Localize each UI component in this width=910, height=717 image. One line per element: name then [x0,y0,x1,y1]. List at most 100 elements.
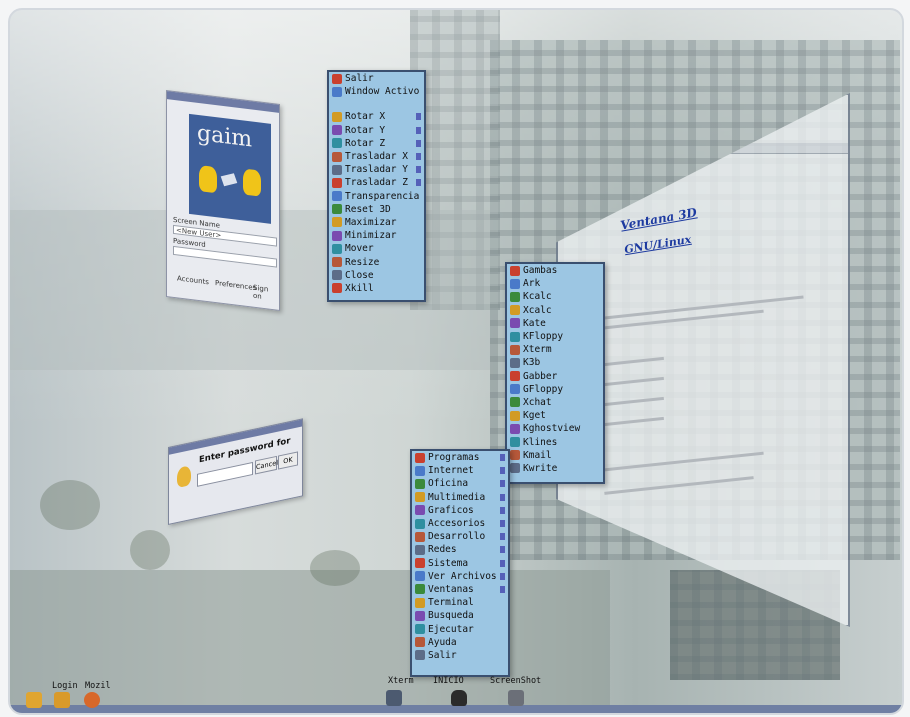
menu-item-label: Internet [428,465,474,477]
menu-item-label: Ayuda [428,636,457,648]
background-tree [310,550,360,586]
menu-item-label: Kate [523,317,546,329]
menu-item-rotar-x[interactable]: Rotar X [329,110,424,123]
menu-item-kfloppy[interactable]: KFloppy [507,330,603,343]
menu-item-trasladar-x[interactable]: Trasladar X [329,150,424,163]
cancel-button[interactable]: Cancel [255,455,278,475]
office-icon [415,478,425,489]
menu-item-internet[interactable]: Internet [412,464,508,477]
gaim-login-window[interactable]: gaim Screen Name <New User> Password Acc… [166,90,280,311]
menu-item-salir[interactable]: Salir [329,72,424,85]
mail-icon [510,450,520,461]
menu-item-label: Klines [523,436,558,448]
menu-item-kmail[interactable]: Kmail [507,449,603,462]
screenshot-icon[interactable] [508,690,524,706]
menu-item-sistema[interactable]: Sistema [412,557,508,570]
key-icon [177,465,191,489]
menu-item-kcalc[interactable]: Kcalc [507,290,603,303]
menu-item-label: Ver Archivos [428,570,497,582]
graphics-icon [415,505,425,516]
login-icon[interactable] [26,692,42,708]
menu-item-trasladar-y[interactable]: Trasladar Y [329,163,424,176]
launcher-xterm-label: Xterm [388,676,414,686]
menu-item-xkill[interactable]: Xkill [329,282,424,295]
menu-item-terminal[interactable]: Terminal [412,596,508,609]
menu-item-kghostview[interactable]: Kghostview [507,422,603,435]
menu-item-salir[interactable]: Salir [412,649,508,662]
menu-item-label: Trasladar Y [345,164,408,176]
floppy-icon [510,331,520,342]
sign-on-button[interactable]: Sign on [253,284,279,303]
internet-icon [415,465,425,476]
menu-item-k3b[interactable]: K3b [507,356,603,369]
menu-item-minimizar[interactable]: Minimizar [329,229,424,242]
menu-item-graficos[interactable]: Graficos [412,504,508,517]
menu-item-resize[interactable]: Resize [329,255,424,268]
menu-item-label: Kget [523,410,546,422]
menu-item-label: Resize [345,256,380,268]
menu-item-maximizar[interactable]: Maximizar [329,216,424,229]
close-icon [332,270,342,281]
rotate-icon [332,125,342,136]
help-icon [415,637,425,648]
menu-item-ver-archivos[interactable]: Ver Archivos [412,570,508,583]
menu-item-label: Xkill [345,282,374,294]
menu-item-ejecutar[interactable]: Ejecutar [412,622,508,635]
start-icon[interactable] [451,690,467,706]
chat-icon [510,371,520,382]
menu-item-mover[interactable]: Mover [329,242,424,255]
menu-item-kwrite[interactable]: Kwrite [507,462,603,475]
menu-item-label: Close [345,269,374,281]
accounts-button[interactable]: Accounts [177,274,209,286]
menu-item-trasladar-z[interactable]: Trasladar Z [329,176,424,189]
password-field[interactable] [173,245,277,268]
menu-item-xcalc[interactable]: Xcalc [507,304,603,317]
menu-item-rotar-y[interactable]: Rotar Y [329,124,424,137]
menu-item-xchat[interactable]: Xchat [507,396,603,409]
menu-item-window-activo[interactable]: Window Activo [329,85,424,98]
menu-item-label: Trasladar X [345,151,408,163]
terminal-icon[interactable] [386,690,402,706]
exit-icon [415,650,425,661]
menu-item-label: Window Activo [345,86,420,98]
menu-item-reset-3d[interactable]: Reset 3D [329,203,424,216]
gaim-logo: gaim [189,113,271,224]
menu-item-ark[interactable]: Ark [507,277,603,290]
menu-item-multimedia[interactable]: Multimedia [412,491,508,504]
login-icon[interactable] [54,692,70,708]
menu-item-xterm[interactable]: Xterm [507,343,603,356]
menu-item-label: Graficos [428,504,474,516]
menu-item-gabber[interactable]: Gabber [507,370,603,383]
menu-item-ayuda[interactable]: Ayuda [412,636,508,649]
menu-item-programas[interactable]: Programas [412,451,508,464]
submenu-arrow-icon [416,153,421,161]
transparency-icon [332,191,342,202]
menu-item-gfloppy[interactable]: GFloppy [507,383,603,396]
menu-item-desarrollo[interactable]: Desarrollo [412,530,508,543]
menu-item-label: Maximizar [345,216,397,228]
menu-item-busqueda[interactable]: Busqueda [412,609,508,622]
menu-item-rotar-z[interactable]: Rotar Z [329,137,424,150]
menu-item-gambas[interactable]: Gambas [507,264,603,277]
password-input[interactable] [197,461,253,487]
menu-item-redes[interactable]: Redes [412,543,508,556]
ok-button[interactable]: OK [278,451,298,470]
menu-item-label: Sistema [428,557,469,569]
rotate-icon [332,111,342,122]
menu-item-ventanas[interactable]: Ventanas [412,583,508,596]
exit-icon [332,73,342,84]
preferences-button[interactable]: Preferences [215,279,256,292]
launcher-mozilla-label: Mozil [85,681,111,691]
menu-item-accesorios[interactable]: Accesorios [412,517,508,530]
menu-item-close[interactable]: Close [329,269,424,282]
menu-item-transparencia[interactable]: Transparencia [329,190,424,203]
submenu-arrow-icon [416,113,421,121]
mozilla-icon[interactable] [84,692,100,708]
menu-item-label: Reset 3D [345,203,391,215]
menu-item-kate[interactable]: Kate [507,317,603,330]
menu-item-kget[interactable]: Kget [507,409,603,422]
menu-item-klines[interactable]: Klines [507,435,603,448]
menu-item-label: Ejecutar [428,623,474,635]
menu-item-oficina[interactable]: Oficina [412,477,508,490]
programs-icon [415,452,425,463]
